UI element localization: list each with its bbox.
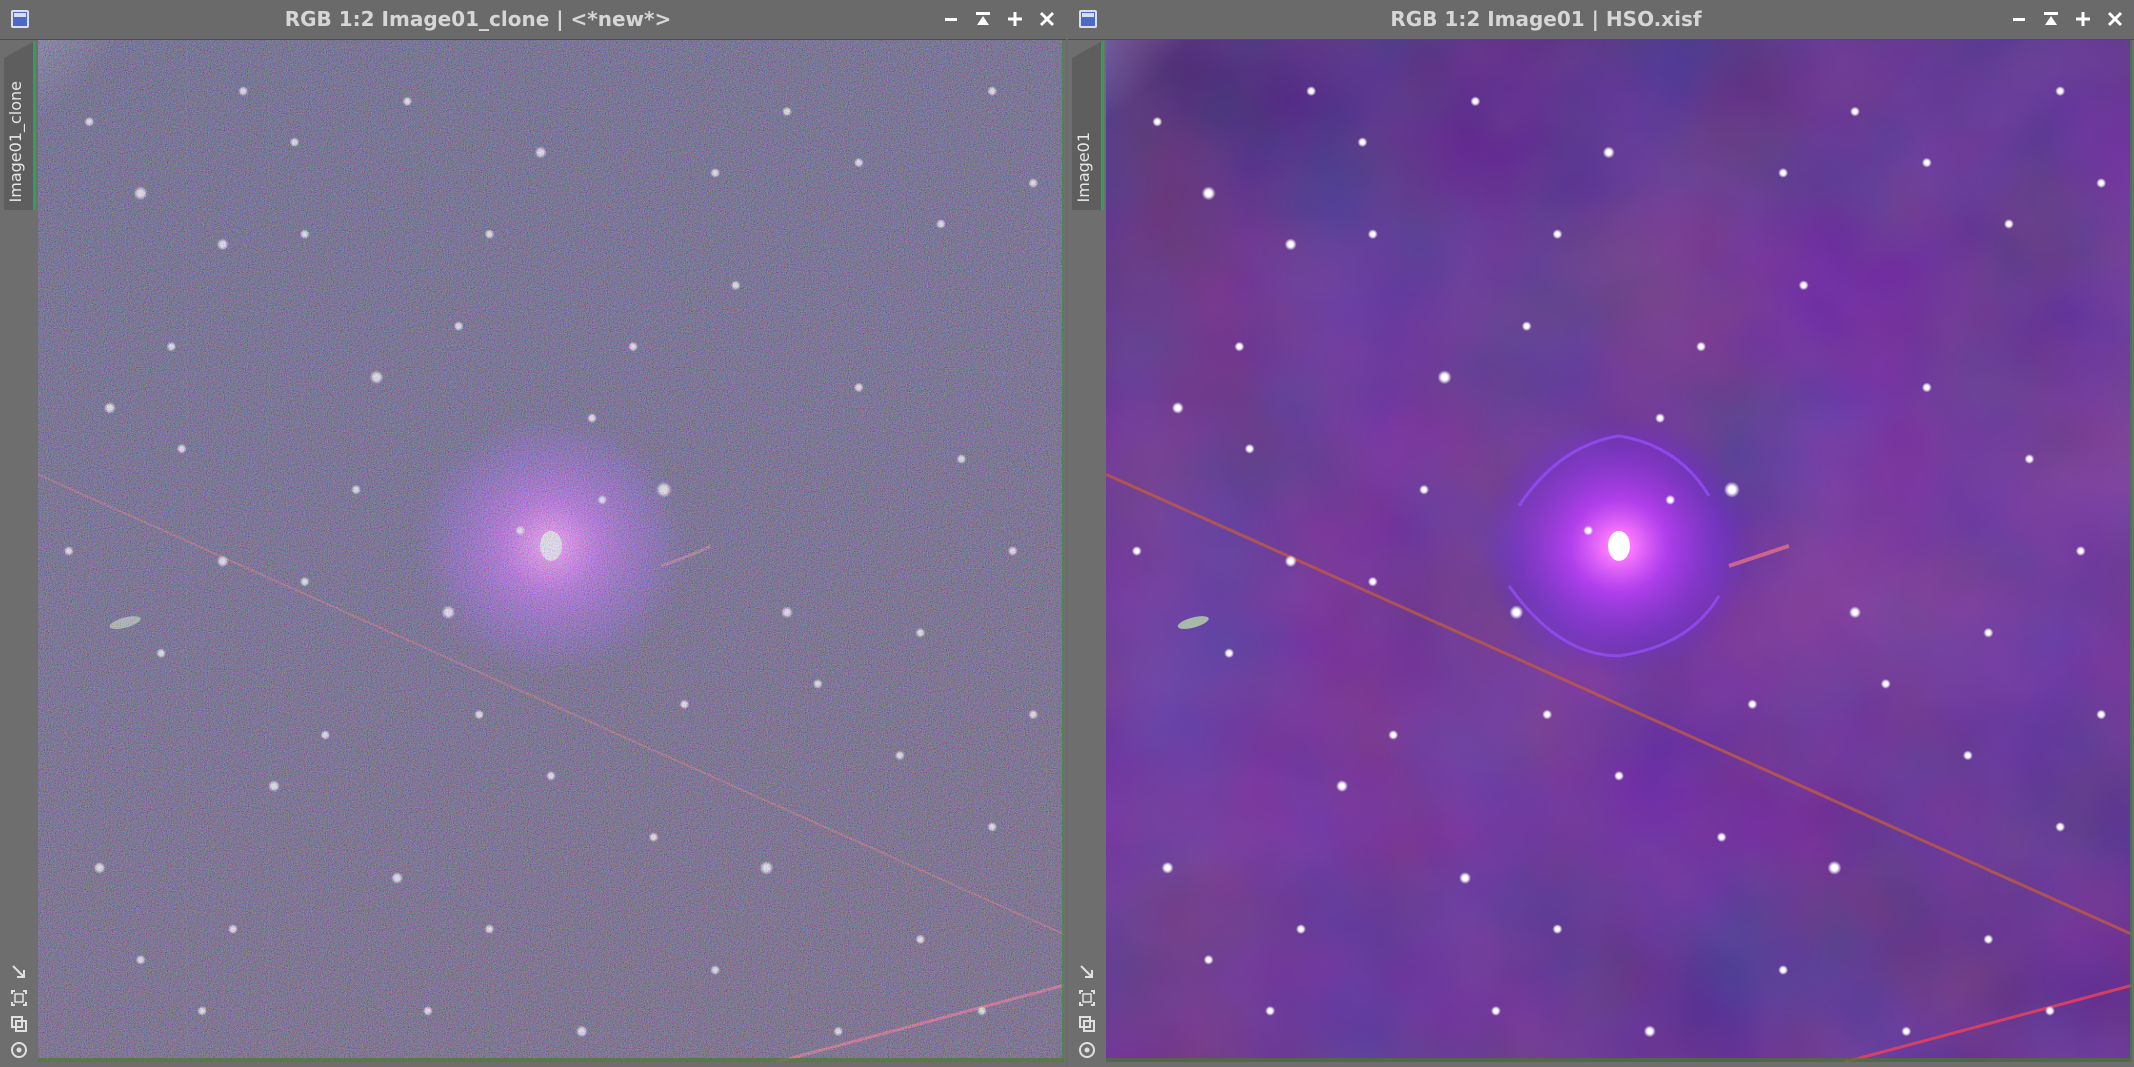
minimize-icon[interactable] bbox=[2006, 6, 2032, 32]
window-titlebar[interactable]: RGB 1:2 Image01_clone | <*new*> bbox=[0, 0, 1066, 40]
image-window-original[interactable]: RGB 1:2 Image01 | HSO.xisf Image01 bbox=[1068, 0, 2134, 1067]
clone-icon[interactable] bbox=[8, 1013, 30, 1035]
zoom-icon[interactable] bbox=[1076, 1039, 1098, 1061]
view-tab-label: Image01 bbox=[1074, 131, 1093, 202]
resize-icon[interactable] bbox=[8, 961, 30, 983]
fit-view-icon[interactable] bbox=[8, 987, 30, 1009]
shade-icon[interactable] bbox=[2038, 6, 2064, 32]
view-tab[interactable]: Image01 bbox=[1072, 40, 1104, 210]
astro-image-denoised[interactable] bbox=[1106, 40, 2132, 1062]
view-tab-label: Image01_clone bbox=[6, 80, 25, 202]
close-icon[interactable] bbox=[2102, 6, 2128, 32]
view-sidebar: Image01 bbox=[1068, 40, 1106, 1067]
window-titlebar[interactable]: RGB 1:2 Image01 | HSO.xisf bbox=[1068, 0, 2134, 40]
image-window-clone[interactable]: RGB 1:2 Image01_clone | <*new*> Image01_… bbox=[0, 0, 1066, 1067]
window-title: RGB 1:2 Image01_clone | <*new*> bbox=[284, 7, 672, 31]
close-icon[interactable] bbox=[1034, 6, 1060, 32]
minimize-icon[interactable] bbox=[938, 6, 964, 32]
window-title: RGB 1:2 Image01 | HSO.xisf bbox=[1390, 7, 1702, 31]
window-menu-icon[interactable] bbox=[11, 10, 29, 28]
view-sidebar: Image01_clone bbox=[0, 40, 38, 1067]
astro-image-noisy[interactable] bbox=[38, 40, 1064, 1062]
view-tab[interactable]: Image01_clone bbox=[4, 40, 36, 210]
maximize-icon[interactable] bbox=[1002, 6, 1028, 32]
window-menu-icon[interactable] bbox=[1079, 10, 1097, 28]
resize-icon[interactable] bbox=[1076, 961, 1098, 983]
zoom-icon[interactable] bbox=[8, 1039, 30, 1061]
clone-icon[interactable] bbox=[1076, 1013, 1098, 1035]
maximize-icon[interactable] bbox=[2070, 6, 2096, 32]
shade-icon[interactable] bbox=[970, 6, 996, 32]
fit-view-icon[interactable] bbox=[1076, 987, 1098, 1009]
